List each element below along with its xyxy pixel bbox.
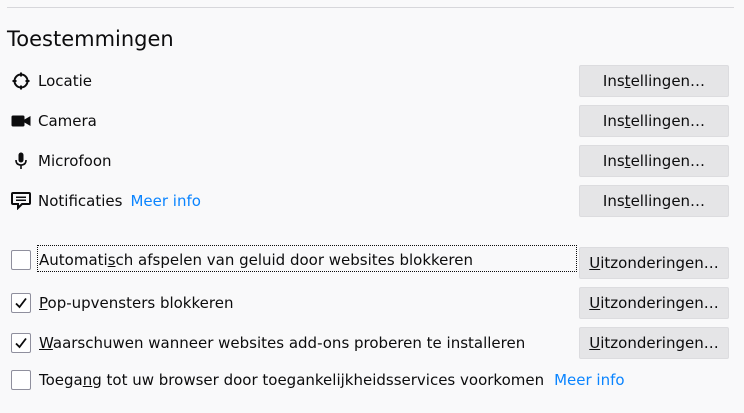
autoplay-label[interactable]: Automatisch afspelen van geluid door web… [39,251,473,269]
label-accesskey: s [107,251,116,269]
camera-icon [11,111,31,131]
permission-label-notifications: Notificaties Meer info [38,192,201,210]
popup-checkbox[interactable] [11,293,31,313]
accessibility-checkbox[interactable] [11,370,31,390]
popup-label[interactable]: Pop-upvensters blokkeren [39,294,233,312]
location-settings-button[interactable]: Instellingen… [579,65,729,97]
permission-label-location: Locatie [38,72,92,90]
addons-warning-label[interactable]: Waarschuwen wanneer websites add-ons pro… [39,334,525,352]
label-text-rest: ch afspelen van geluid door websites blo… [115,251,473,269]
label-accesskey: P [39,294,48,312]
label-accesskey: W [39,334,53,352]
autoplay-checkbox[interactable] [11,250,31,270]
checkmark-icon [15,297,27,309]
button-accesskey: U [589,294,601,312]
location-icon [11,71,31,91]
button-text: Ins [602,72,625,90]
accessibility-learn-more-link[interactable]: Meer info [554,371,624,389]
label-text-rest: op-upvensters blokkeren [47,294,234,312]
notification-icon [11,191,31,211]
button-accesskey: U [589,254,601,272]
section-divider [7,7,734,8]
label-text-rest: aarschuwen wanneer websites add-ons prob… [52,334,526,352]
autoplay-exceptions-button[interactable]: Uitzonderingen… [579,247,729,279]
accessibility-row: Toegang tot uw browser door toegankelijk… [0,364,744,396]
addons-warning-checkbox[interactable] [11,333,31,353]
microphone-settings-button[interactable]: Instellingen… [579,145,729,177]
notifications-text: Notificaties [38,192,123,210]
permissions-heading: Toestemmingen [7,27,174,51]
notifications-settings-button[interactable]: Instellingen… [579,185,729,217]
button-text: Ins [602,192,625,210]
autoplay-row: Automatisch afspelen van geluid door web… [0,244,744,279]
button-text-rest: ellingen… [630,112,706,130]
checkmark-icon [15,337,27,349]
permission-row-camera: Camera Instellingen… [0,105,744,137]
microphone-icon [11,151,31,171]
button-text-rest: ellingen… [630,72,706,90]
permission-label-microphone: Microfoon [38,152,112,170]
button-text-rest: itzonderingen… [600,334,719,352]
button-text: Ins [602,152,625,170]
button-text-rest: itzonderingen… [600,254,719,272]
label-accesskey: n [82,371,93,389]
addons-warning-row: Waarschuwen wanneer websites add-ons pro… [0,327,744,359]
accessibility-label[interactable]: Toegang tot uw browser door toegankelijk… [39,371,625,389]
button-text-rest: ellingen… [630,152,706,170]
button-text-rest: ellingen… [630,192,706,210]
camera-settings-button[interactable]: Instellingen… [579,105,729,137]
notifications-learn-more-link[interactable]: Meer info [130,192,200,210]
popup-row: Pop-upvensters blokkeren Uitzonderingen… [0,287,744,319]
addons-exceptions-button[interactable]: Uitzonderingen… [579,327,729,359]
button-accesskey: U [589,334,601,352]
button-text: Ins [602,112,625,130]
popup-exceptions-button[interactable]: Uitzonderingen… [579,287,729,319]
label-text: Automati [39,251,108,269]
label-text-rest: g tot uw browser door toegankelijkheidss… [92,371,545,389]
label-text: Toega [39,371,83,389]
permission-row-notifications: Notificaties Meer info Instellingen… [0,185,744,217]
button-text-rest: itzonderingen… [600,294,719,312]
permission-row-microphone: Microfoon Instellingen… [0,145,744,177]
permission-label-camera: Camera [38,112,97,130]
permission-row-location: Locatie Instellingen… [0,65,744,97]
